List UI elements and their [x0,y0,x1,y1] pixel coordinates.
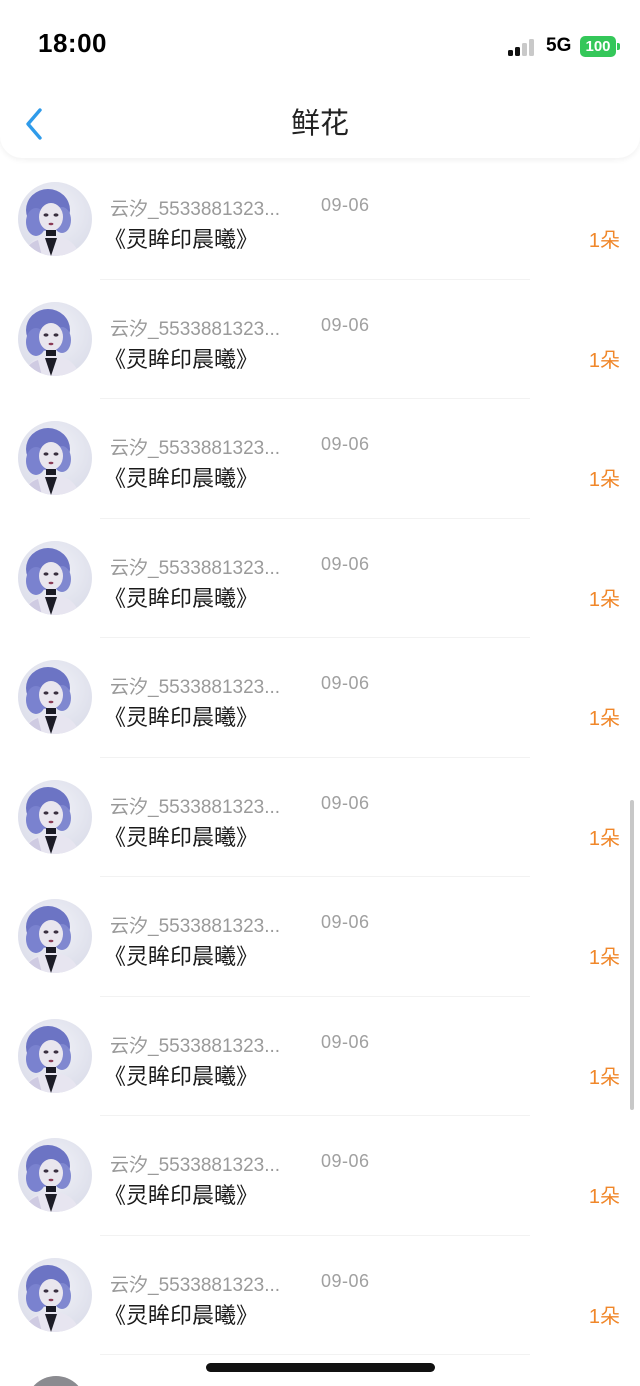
gift-date: 09-06 [321,792,370,813]
work-title[interactable]: 《灵眸印晨曦》 [104,1298,258,1330]
list-item[interactable]: 云汐_5533881323... 09-06 《灵眸印晨曦》 1朵 [0,997,640,1117]
battery-icon: 100 [580,36,616,57]
list-item[interactable]: 云汐_5533881323... 09-06 《灵眸印晨曦》 1朵 [0,160,640,280]
flower-count: 1朵 [588,1305,620,1328]
battery-tip [617,43,620,50]
username: 云汐_5533881323... [110,318,281,340]
top-header: 18:00 5G 100 鲜花 [0,0,640,158]
flower-count: 1朵 [588,1186,620,1208]
work-title[interactable]: 《灵眸印晨曦》 [104,342,258,374]
gift-date: 09-06 [321,314,370,335]
username: 云汐_5533881323... [110,677,281,698]
home-indicator[interactable] [206,1363,435,1372]
gift-date: 09-06 [321,553,370,574]
avatar[interactable] [18,1018,92,1093]
gift-date: 09-06 [321,673,370,693]
work-title[interactable]: 《灵眸印晨曦》 [104,581,258,613]
gift-date: 09-06 [321,912,370,932]
username: 云汐_5533881323... [110,1155,281,1176]
work-title[interactable]: 《灵眸印晨曦》 [104,222,258,254]
username: 云汐_5533881323... [110,1035,281,1057]
username: 云汐_5533881323... [110,557,281,579]
avatar[interactable] [18,1257,92,1332]
avatar[interactable] [18,182,92,256]
username: 云汐_5533881323... [110,438,281,459]
status-time: 18:00 [38,28,107,58]
avatar[interactable] [18,1138,92,1212]
page-title: 鲜花 [290,108,349,140]
username: 云汐_5533881323... [110,796,281,818]
flower-count: 1朵 [588,1066,620,1089]
work-title[interactable]: 《灵眸印晨曦》 [104,700,258,732]
list-item[interactable]: 云汐_5533881323... 09-06 《灵眸印晨曦》 1朵 [0,758,640,878]
cellular-signal-icon [508,38,538,56]
list-item[interactable]: 云汐_5533881323... 09-06 《灵眸印晨曦》 1朵 [0,399,640,519]
scrollbar[interactable] [630,800,634,1110]
gift-date: 09-06 [321,434,370,454]
flower-count: 1朵 [588,827,620,850]
username: 云汐_5533881323... [110,916,281,937]
list-item[interactable]: 云汐_5533881323... 09-06 《灵眸印晨曦》 1朵 [0,280,640,400]
gift-date: 09-06 [321,1031,370,1052]
list-item[interactable]: 云汐_5533881323... 09-06 《灵眸印晨曦》 1朵 [0,1116,640,1236]
work-title[interactable]: 《灵眸印晨曦》 [104,820,258,852]
gift-list: 云汐_5533881323... 09-06 《灵眸印晨曦》 1朵 云汐_553… [0,160,640,1355]
flower-count: 1朵 [588,708,620,730]
network-type: 5G [546,35,572,56]
flower-count: 1朵 [588,588,620,611]
avatar[interactable] [18,301,92,376]
avatar[interactable] [18,421,92,495]
flower-count: 1朵 [588,469,620,491]
list-item[interactable]: 云汐_5533881323... 09-06 《灵眸印晨曦》 1朵 [0,877,640,997]
status-bar: 18:00 5G 100 [0,0,640,92]
avatar[interactable] [18,899,92,973]
list-item[interactable]: 云汐_5533881323... 09-06 《灵眸印晨曦》 1朵 [0,638,640,758]
work-title[interactable]: 《灵眸印晨曦》 [104,1178,258,1210]
avatar[interactable] [18,540,92,615]
work-title[interactable]: 《灵眸印晨曦》 [104,939,258,971]
avatar[interactable] [18,779,92,854]
screen: 18:00 5G 100 鲜花 云汐_5533881323... 09-06 《… [0,0,640,1386]
gift-date: 09-06 [321,1270,370,1291]
gift-date: 09-06 [321,195,370,215]
gift-date: 09-06 [321,1151,370,1171]
username: 云汐_5533881323... [110,1274,281,1296]
flower-count: 1朵 [588,947,620,969]
work-title[interactable]: 《灵眸印晨曦》 [104,1059,258,1091]
avatar[interactable] [18,660,92,734]
username: 云汐_5533881323... [110,199,281,220]
avatar-partial [26,1376,86,1386]
work-title[interactable]: 《灵眸印晨曦》 [104,461,258,493]
list-item[interactable]: 云汐_5533881323... 09-06 《灵眸印晨曦》 1朵 [0,1236,640,1356]
flower-count: 1朵 [588,230,620,252]
flower-count: 1朵 [588,349,620,372]
list-item[interactable]: 云汐_5533881323... 09-06 《灵眸印晨曦》 1朵 [0,519,640,639]
